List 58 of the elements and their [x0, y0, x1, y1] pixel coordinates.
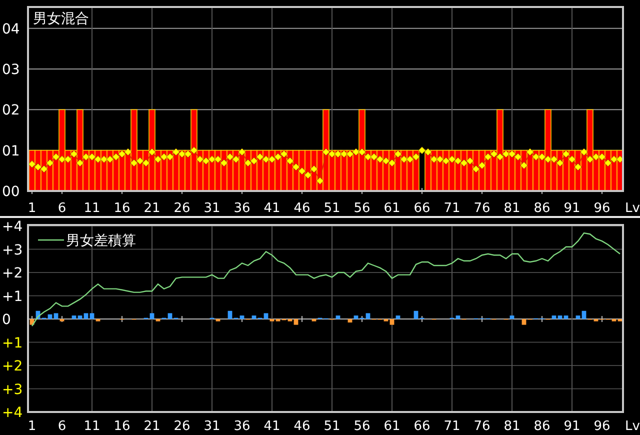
axis-label: 6: [58, 201, 66, 216]
axis-label: 81: [504, 201, 520, 216]
axis-label: 16: [114, 201, 130, 216]
axis-label: 01: [2, 143, 20, 160]
axis-label: 66: [414, 201, 430, 216]
axis-label: 36: [234, 201, 250, 216]
axis-label: 1: [28, 201, 36, 216]
axis-label: 04: [2, 21, 20, 38]
axis-label: 76: [474, 201, 490, 216]
axis-label: 41: [264, 201, 280, 216]
axis-label: 61: [384, 201, 400, 216]
axis-label: +2: [2, 358, 23, 374]
axis-label: 0: [2, 312, 11, 328]
legend-label: 男女差積算: [66, 233, 136, 249]
axis-label: 46: [294, 201, 310, 216]
axis-label: 03: [2, 62, 20, 78]
axis-label: 26: [174, 201, 190, 216]
axis-label: +4: [2, 405, 23, 421]
axis-label: 11: [84, 419, 100, 434]
axis-label: 11: [84, 201, 100, 216]
axis-label: 91: [564, 419, 580, 434]
axis-label: 51: [324, 201, 340, 216]
axis-label: +4: [2, 219, 23, 235]
axis-label: 91: [564, 201, 580, 216]
axis-title: Lv: [625, 419, 640, 434]
axis-label: +2: [2, 266, 23, 282]
axis-label: 86: [534, 419, 550, 434]
axis-label: +1: [2, 335, 23, 352]
axis-label: 36: [234, 419, 250, 434]
axis-label: 76: [474, 419, 490, 434]
axis-label: 96: [594, 201, 610, 216]
axis-label: 02: [2, 102, 20, 119]
axis-label: 51: [324, 419, 340, 434]
axis-label: 1: [28, 419, 36, 434]
axis-label: +1: [2, 288, 23, 305]
axis-label: 81: [504, 419, 520, 434]
chart-title: 男女混合: [33, 11, 89, 27]
axis-label: 56: [354, 419, 370, 434]
axis-label: 96: [594, 419, 610, 434]
axis-label: 41: [264, 419, 280, 434]
axis-label: 66: [414, 419, 430, 434]
axis-label: 00: [2, 184, 20, 200]
axis-label: 31: [204, 201, 220, 216]
axis-label: 31: [204, 419, 220, 434]
axis-label: 6: [58, 419, 66, 434]
axis-label: 71: [444, 201, 460, 216]
axis-label: 21: [144, 419, 160, 434]
axis-label: 26: [174, 419, 190, 434]
axis-label: 61: [384, 419, 400, 434]
axis-label: 71: [444, 419, 460, 434]
axis-label: 16: [114, 419, 130, 434]
axis-label: 86: [534, 201, 550, 216]
axis-title: Lv: [625, 201, 640, 216]
axis-label: 46: [294, 419, 310, 434]
axis-label: +3: [2, 382, 23, 398]
axis-label: 56: [354, 201, 370, 216]
axis-label: +3: [2, 242, 23, 258]
axis-label: 21: [144, 201, 160, 216]
